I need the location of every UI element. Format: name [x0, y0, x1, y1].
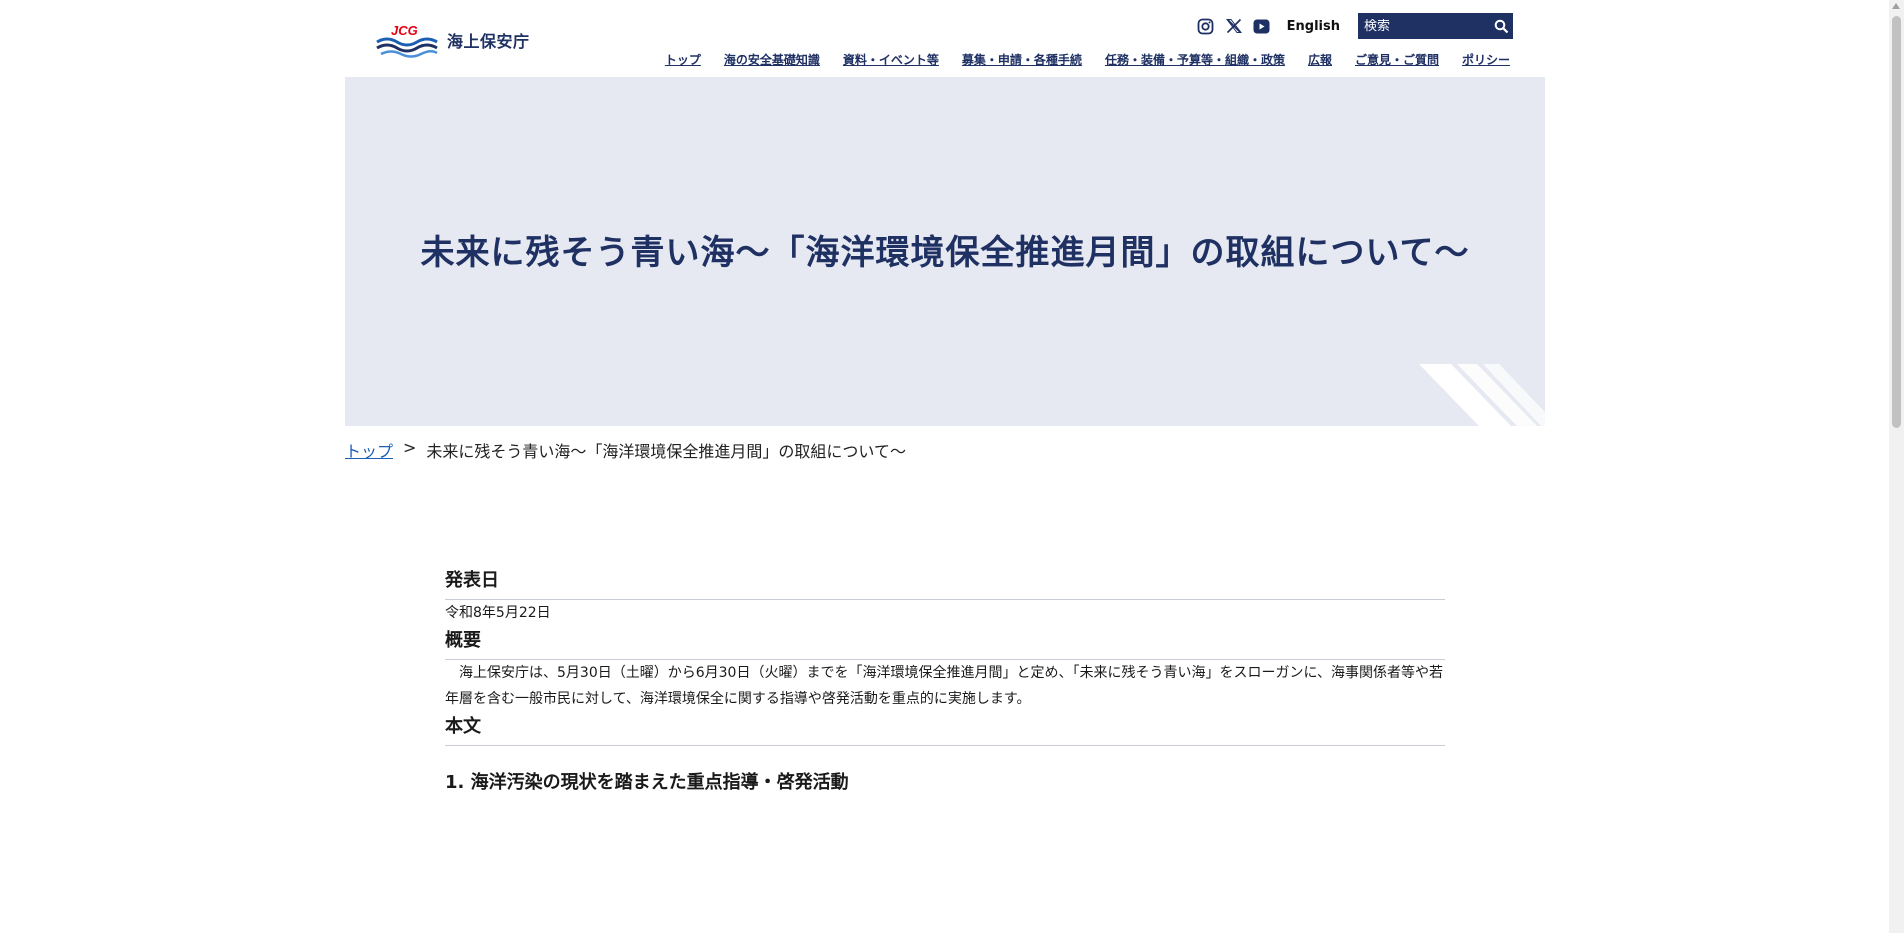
x-icon[interactable]: [1225, 17, 1243, 35]
instagram-icon[interactable]: [1197, 17, 1215, 35]
breadcrumb-home-link[interactable]: トップ: [345, 438, 393, 462]
logo-name: 海上保安庁: [447, 32, 530, 51]
summary-heading: 概要: [445, 626, 1445, 660]
search-box: [1358, 13, 1513, 39]
scroll-up-arrow[interactable]: [1892, 3, 1900, 9]
nav-materials-events[interactable]: 資料・イベント等: [843, 51, 939, 68]
site-logo[interactable]: JCG 海上保安庁: [375, 22, 530, 58]
nav-policy[interactable]: ポリシー: [1462, 51, 1510, 68]
logo-mark-text: JCG: [391, 23, 418, 38]
nav-public-relations[interactable]: 広報: [1308, 51, 1332, 68]
header-utility-bar: English: [1197, 13, 1513, 39]
page-title: 未来に残そう青い海～「海洋環境保全推進月間」の取組について～: [420, 233, 1470, 273]
global-nav: トップ 海の安全基礎知識 資料・イベント等 募集・申請・各種手続 任務・装備・予…: [665, 51, 1510, 68]
breadcrumb: トップ > 未来に残そう青い海～「海洋環境保全推進月間」の取組について～: [345, 438, 906, 462]
nav-safety-basics[interactable]: 海の安全基礎知識: [724, 51, 820, 68]
nav-feedback[interactable]: ご意見・ご質問: [1355, 51, 1439, 68]
nav-top[interactable]: トップ: [665, 51, 701, 68]
search-icon: [1494, 19, 1509, 33]
main-content: 発表日 令和8年5月22日 概要 海上保安庁は、5月30日（土曜）から6月30日…: [445, 566, 1445, 794]
search-button[interactable]: [1490, 13, 1513, 39]
scrollbar-thumb[interactable]: [1892, 16, 1901, 428]
date-heading: 発表日: [445, 566, 1445, 600]
hero-decoration: [1419, 364, 1545, 426]
release-date: 令和8年5月22日: [445, 605, 551, 621]
nav-missions-organization[interactable]: 任務・装備・予算等・組織・政策: [1105, 51, 1285, 68]
body-heading: 本文: [445, 712, 1445, 746]
jcg-logo-mark: JCG: [376, 23, 438, 58]
search-input[interactable]: [1358, 18, 1490, 34]
breadcrumb-separator: >: [403, 438, 417, 457]
english-link[interactable]: English: [1287, 19, 1340, 34]
nav-recruitment-applications[interactable]: 募集・申請・各種手続: [962, 51, 1082, 68]
section-1-title: 1. 海洋汚染の現状を踏まえた重点指導・啓発活動: [445, 772, 849, 793]
breadcrumb-current: 未来に残そう青い海～「海洋環境保全推進月間」の取組について～: [426, 442, 906, 461]
page-hero: 未来に残そう青い海～「海洋環境保全推進月間」の取組について～: [345, 77, 1545, 426]
summary-text: 海上保安庁は、5月30日（土曜）から6月30日（火曜）までを「海洋環境保全推進月…: [445, 665, 1444, 707]
youtube-icon[interactable]: [1253, 17, 1271, 35]
page-scrollbar[interactable]: [1889, 0, 1904, 933]
